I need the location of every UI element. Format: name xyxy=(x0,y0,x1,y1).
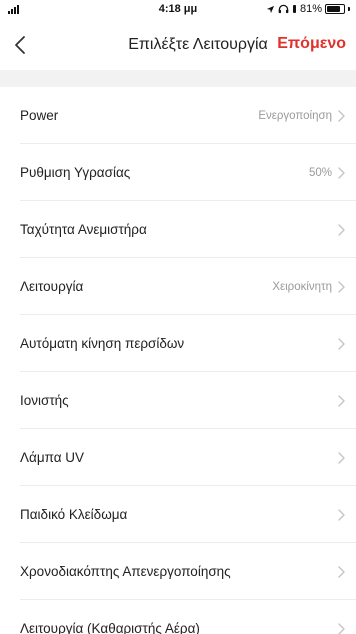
list-item-label: Λειτουργία xyxy=(20,279,84,294)
chevron-right-icon xyxy=(338,280,345,293)
list-item[interactable]: Ιονιστής xyxy=(0,372,356,429)
list-item-label: Ταχύτητα Ανεμιστήρα xyxy=(20,222,147,237)
list-item-label: Παιδικό Κλείδωμα xyxy=(20,507,128,522)
list-item-label: Power xyxy=(20,108,59,123)
list-item[interactable]: Ταχύτητα Ανεμιστήρα xyxy=(0,201,356,258)
location-icon xyxy=(266,5,275,13)
list-item-value: Χειροκίνητη xyxy=(272,280,332,293)
status-bar: 4:18 μμ 81% xyxy=(0,0,356,20)
alarm-icon xyxy=(292,5,296,13)
list-item[interactable]: Αυτόματη κίνηση περσίδων xyxy=(0,315,356,372)
chevron-right-icon xyxy=(338,451,345,464)
list-item-value: 50% xyxy=(308,166,332,179)
headphones-icon xyxy=(278,4,289,14)
chevron-right-icon xyxy=(338,166,345,179)
list-item[interactable]: Ρυθμιση Υγρασίας 50% xyxy=(0,144,356,201)
list-item[interactable]: Λειτουργία (Καθαριστής Αέρα) xyxy=(0,600,356,634)
status-right: 81% xyxy=(266,3,350,15)
list-item[interactable]: Παιδικό Κλείδωμα xyxy=(0,486,356,543)
list-item-label: Λάμπα UV xyxy=(20,450,85,465)
next-button[interactable]: Επόμενο xyxy=(277,35,346,53)
list-item[interactable]: Χρονοδιακόπτης Απενεργοποίησης xyxy=(0,543,356,600)
chevron-right-icon xyxy=(338,109,345,122)
chevron-right-icon xyxy=(338,622,345,634)
chevron-right-icon xyxy=(338,508,345,521)
list-item[interactable]: Λειτουργία Χειροκίνητη xyxy=(0,258,356,315)
list-item-label: Ιονιστής xyxy=(20,393,69,408)
battery-tip xyxy=(348,7,350,11)
chevron-right-icon xyxy=(338,394,345,407)
list-item[interactable]: Λάμπα UV xyxy=(0,429,356,486)
navigation-bar: Επιλέξτε Λειτουργία Επόμενο xyxy=(0,20,356,70)
list-item-value: Ενεργοποίηση xyxy=(258,109,332,122)
chevron-right-icon xyxy=(338,223,345,236)
list-item-label: Ρυθμιση Υγρασίας xyxy=(20,165,131,180)
chevron-right-icon xyxy=(338,337,345,350)
list-item-label: Χρονοδιακόπτης Απενεργοποίησης xyxy=(20,564,231,579)
list-item-label: Λειτουργία (Καθαριστής Αέρα) xyxy=(20,621,200,634)
battery-percent: 81% xyxy=(299,3,322,15)
function-list: Power Ενεργοποίηση Ρυθμιση Υγρασίας 50% Ταχύ… xyxy=(0,87,356,634)
battery-icon xyxy=(325,4,345,14)
list-item-label: Αυτόματη κίνηση περσίδων xyxy=(20,336,185,351)
list-item[interactable]: Power Ενεργοποίηση xyxy=(0,87,356,144)
chevron-right-icon xyxy=(338,565,345,578)
section-gap xyxy=(0,70,356,87)
